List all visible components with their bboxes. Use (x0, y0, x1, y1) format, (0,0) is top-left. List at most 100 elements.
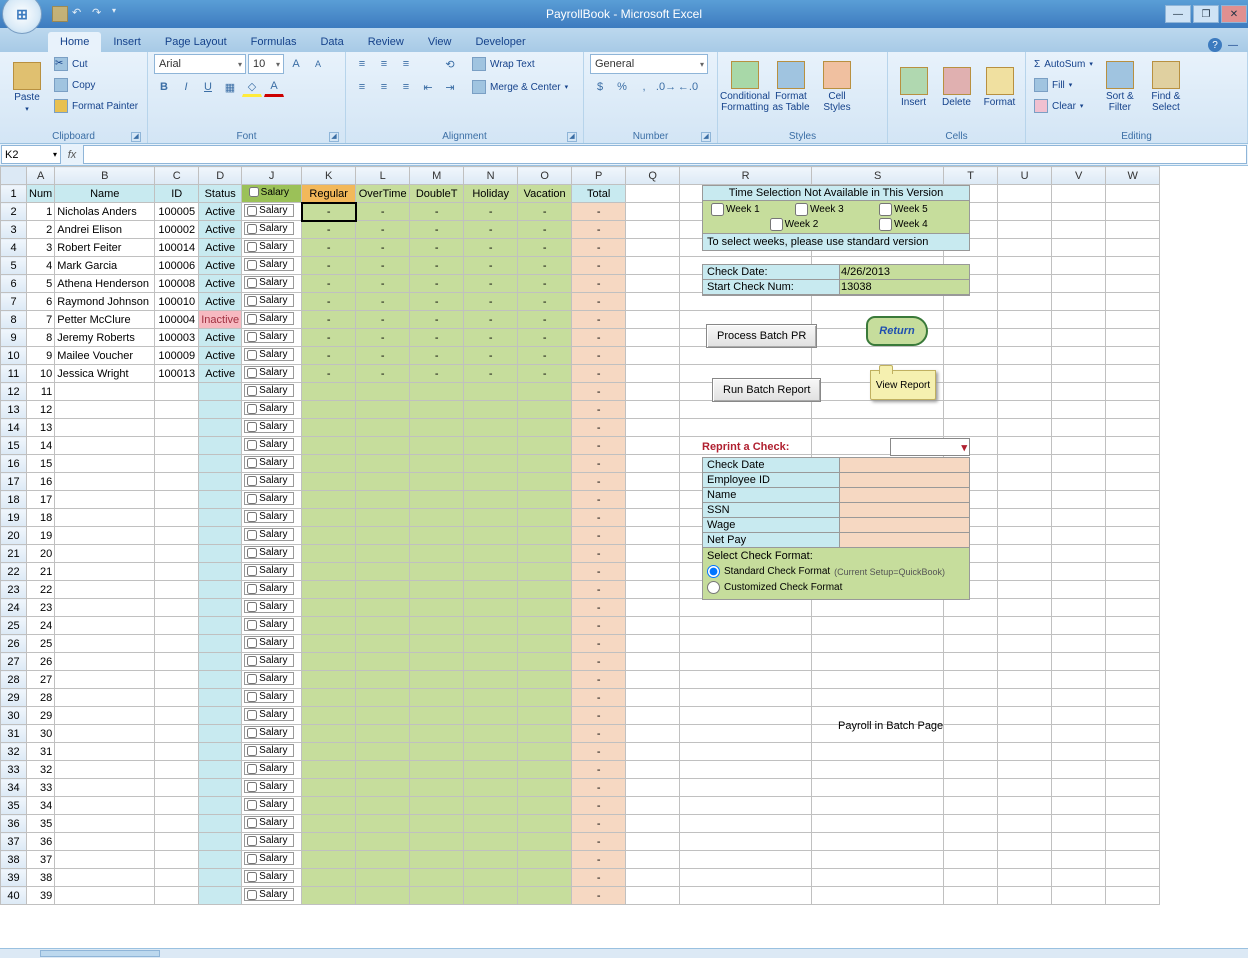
cell[interactable] (812, 653, 944, 671)
cell[interactable] (410, 869, 464, 887)
cell[interactable] (812, 779, 944, 797)
cell[interactable] (998, 797, 1052, 815)
cell[interactable] (1052, 581, 1106, 599)
cell[interactable] (626, 833, 680, 851)
cell[interactable]: - (302, 329, 356, 347)
cell[interactable] (680, 347, 812, 365)
cell[interactable] (1106, 329, 1160, 347)
row-header[interactable]: 5 (1, 257, 27, 275)
cell[interactable] (410, 509, 464, 527)
cell[interactable] (1052, 833, 1106, 851)
cell[interactable] (998, 653, 1052, 671)
cell[interactable]: 1 (27, 203, 55, 221)
reprint-field-value[interactable] (839, 488, 969, 502)
cell[interactable] (464, 671, 518, 689)
cell[interactable]: Active (199, 275, 242, 293)
cell[interactable]: 19 (27, 527, 55, 545)
cell[interactable] (518, 689, 572, 707)
salary-checkbox[interactable]: Salary (244, 798, 294, 811)
clipboard-dialog-icon[interactable]: ◢ (131, 132, 141, 142)
number-dialog-icon[interactable]: ◢ (701, 132, 711, 142)
cell[interactable] (1106, 419, 1160, 437)
salary-checkbox[interactable]: Salary (244, 474, 294, 487)
cell[interactable]: 21 (27, 563, 55, 581)
cell[interactable] (626, 707, 680, 725)
cell[interactable]: Active (199, 239, 242, 257)
cell[interactable] (464, 473, 518, 491)
cell[interactable] (302, 671, 356, 689)
cell[interactable] (626, 437, 680, 455)
cell[interactable] (1106, 383, 1160, 401)
cell[interactable] (626, 671, 680, 689)
save-icon[interactable] (52, 6, 68, 22)
cell[interactable] (680, 851, 812, 869)
cell[interactable]: - (518, 275, 572, 293)
cell[interactable] (944, 743, 998, 761)
cell[interactable] (410, 617, 464, 635)
cell[interactable] (464, 851, 518, 869)
cell[interactable] (356, 653, 410, 671)
cell[interactable] (155, 455, 199, 473)
row-header[interactable]: 40 (1, 887, 27, 905)
cell[interactable] (1052, 383, 1106, 401)
cell[interactable] (356, 689, 410, 707)
cell[interactable]: 8 (27, 329, 55, 347)
cell[interactable] (626, 653, 680, 671)
row-header[interactable]: 21 (1, 545, 27, 563)
cell[interactable]: Salary (242, 437, 302, 455)
cell[interactable] (410, 671, 464, 689)
salary-checkbox[interactable]: Salary (244, 618, 294, 631)
cell[interactable] (1106, 437, 1160, 455)
font-color-icon[interactable]: A (264, 77, 284, 97)
cell[interactable] (626, 239, 680, 257)
cell[interactable]: Salary (242, 275, 302, 293)
cell[interactable] (518, 437, 572, 455)
week1-checkbox[interactable]: Week 1 (711, 203, 793, 216)
cell[interactable] (199, 545, 242, 563)
cell[interactable] (1106, 203, 1160, 221)
cell[interactable]: Salary (242, 779, 302, 797)
cell[interactable]: 28 (27, 689, 55, 707)
cell[interactable] (1052, 815, 1106, 833)
row-header[interactable]: 6 (1, 275, 27, 293)
cell[interactable] (1052, 869, 1106, 887)
cell[interactable] (1052, 707, 1106, 725)
cell[interactable]: Jeremy Roberts (55, 329, 155, 347)
row-header[interactable]: 36 (1, 815, 27, 833)
clear-button[interactable]: Clear▾ (1032, 96, 1095, 116)
cell[interactable] (302, 617, 356, 635)
salary-checkbox[interactable]: Salary (244, 276, 294, 289)
name-box[interactable]: K2▾ (1, 145, 61, 164)
cell[interactable]: Salary (242, 545, 302, 563)
cell[interactable]: - (302, 311, 356, 329)
format-cells-button[interactable]: Format (980, 54, 1019, 120)
cell[interactable] (944, 797, 998, 815)
decrease-decimal-icon[interactable]: ←.0 (678, 77, 698, 97)
reprint-field-value[interactable] (839, 473, 969, 487)
cell[interactable] (155, 779, 199, 797)
worksheet-grid[interactable]: ABCDJKLMNOPQRSTUVW 1NumNameIDStatusSalar… (0, 166, 1248, 958)
salary-checkbox[interactable]: Salary (244, 258, 294, 271)
cell[interactable] (155, 617, 199, 635)
salary-checkbox[interactable]: Salary (244, 816, 294, 829)
cell[interactable] (410, 653, 464, 671)
cell[interactable] (410, 401, 464, 419)
cell[interactable]: 100008 (155, 275, 199, 293)
increase-decimal-icon[interactable]: .0→ (656, 77, 676, 97)
cell[interactable] (410, 419, 464, 437)
cell[interactable] (626, 779, 680, 797)
comma-icon[interactable]: , (634, 77, 654, 97)
cell[interactable] (464, 797, 518, 815)
cell[interactable]: Salary (242, 293, 302, 311)
decrease-indent-icon[interactable]: ⇤ (418, 77, 438, 97)
cell[interactable]: - (518, 365, 572, 383)
cell[interactable] (155, 581, 199, 599)
cell[interactable] (944, 419, 998, 437)
cell[interactable] (356, 887, 410, 905)
cell[interactable]: - (572, 473, 626, 491)
cell[interactable] (155, 401, 199, 419)
cell[interactable] (626, 401, 680, 419)
row-header[interactable]: 20 (1, 527, 27, 545)
cell[interactable] (1106, 185, 1160, 203)
cell[interactable] (1052, 887, 1106, 905)
